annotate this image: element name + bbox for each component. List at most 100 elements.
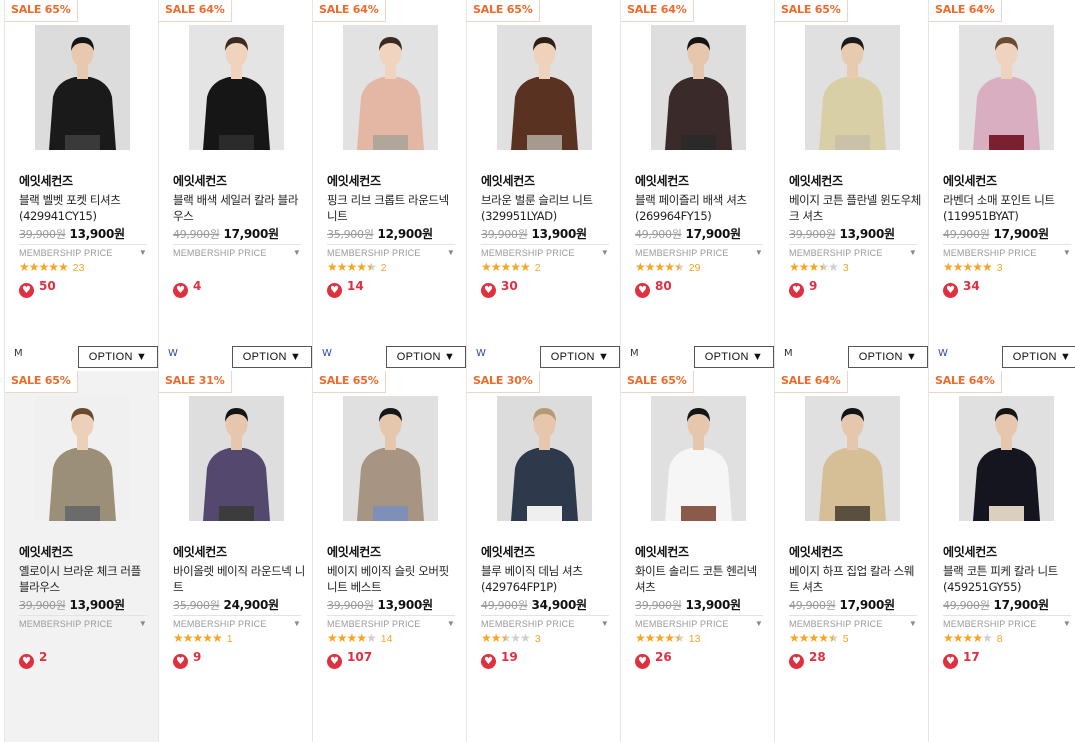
brand-name[interactable]: 에잇세컨즈 <box>635 172 689 189</box>
brand-name[interactable]: 에잇세컨즈 <box>19 543 73 560</box>
option-dropdown[interactable]: OPTION ▼ <box>78 346 158 368</box>
heart-icon: ♥ <box>789 283 804 298</box>
price: 39,900원 13,900원 <box>481 225 587 242</box>
option-dropdown[interactable]: OPTION ▼ <box>540 346 620 368</box>
product-name[interactable]: 베이지 코튼 플란넬 윈도우체크 셔츠 <box>789 192 923 224</box>
like-button[interactable]: ♥ 34 <box>943 279 980 298</box>
membership-price-toggle[interactable]: MEMBERSHIP PRICE ▼ <box>943 615 1071 631</box>
like-button[interactable]: ♥ 19 <box>481 650 518 669</box>
like-button[interactable]: ♥ 26 <box>635 650 672 669</box>
sale-price: 17,900원 <box>223 227 280 241</box>
product-card[interactable]: SALE 64% 에잇세컨즈 블랙 페이즐리 배색 셔츠 (269964FY15)… <box>620 0 774 371</box>
product-image[interactable] <box>805 396 900 521</box>
membership-price-toggle[interactable]: MEMBERSHIP PRICE ▼ <box>19 244 147 260</box>
product-name[interactable]: 옐로이시 브라운 체크 러플 블라우스 <box>19 563 153 595</box>
product-image[interactable] <box>497 396 592 521</box>
like-button[interactable]: ♥ 28 <box>789 650 826 669</box>
product-card[interactable]: SALE 64% 에잇세컨즈 블랙 배색 세일러 칼라 블라우스 49,900원 17… <box>158 0 312 371</box>
option-dropdown[interactable]: OPTION ▼ <box>694 346 774 368</box>
product-image[interactable] <box>343 396 438 521</box>
product-card[interactable]: SALE 30% 에잇세컨즈 블루 베이직 데님 셔츠 (429764FP1P) 4… <box>466 371 620 742</box>
like-button[interactable]: ♥ 50 <box>19 279 56 298</box>
product-image[interactable] <box>805 25 900 150</box>
like-button[interactable]: ♥ 30 <box>481 279 518 298</box>
product-image[interactable] <box>189 396 284 521</box>
product-card[interactable]: SALE 64% 에잇세컨즈 베이지 하프 집업 칼라 스웨트 셔츠 49,900원… <box>774 371 928 742</box>
like-button[interactable]: ♥ 17 <box>943 650 980 669</box>
product-image[interactable] <box>35 396 130 521</box>
brand-name[interactable]: 에잇세컨즈 <box>481 543 535 560</box>
membership-price-toggle[interactable]: MEMBERSHIP PRICE ▼ <box>635 244 763 260</box>
product-image[interactable] <box>35 25 130 150</box>
product-name[interactable]: 핑크 리브 크롭트 라운드넥 니트 <box>327 192 461 224</box>
product-image[interactable] <box>189 25 284 150</box>
option-dropdown[interactable]: OPTION ▼ <box>848 346 928 368</box>
product-name[interactable]: 블랙 페이즐리 배색 셔츠 (269964FY15) <box>635 192 769 224</box>
product-card[interactable]: SALE 65% 에잇세컨즈 블랙 벨벳 포켓 티셔츠 (429941CY15) 3… <box>4 0 158 371</box>
membership-price-toggle[interactable]: MEMBERSHIP PRICE ▼ <box>943 244 1071 260</box>
product-name[interactable]: 블랙 배색 세일러 칼라 블라우스 <box>173 192 307 224</box>
membership-price-toggle[interactable]: MEMBERSHIP PRICE ▼ <box>19 615 147 631</box>
like-button[interactable]: ♥ 14 <box>327 279 364 298</box>
option-dropdown[interactable]: OPTION ▼ <box>386 346 466 368</box>
product-card[interactable]: SALE 31% 에잇세컨즈 바이올렛 베이직 라운드넥 니트 35,900원 24,… <box>158 371 312 742</box>
product-image[interactable] <box>959 25 1054 150</box>
membership-price-toggle[interactable]: MEMBERSHIP PRICE ▼ <box>481 615 609 631</box>
product-card[interactable]: SALE 65% 에잇세컨즈 옐로이시 브라운 체크 러플 블라우스 39,900원… <box>4 371 158 742</box>
brand-name[interactable]: 에잇세컨즈 <box>173 543 227 560</box>
membership-price-toggle[interactable]: MEMBERSHIP PRICE ▼ <box>789 615 917 631</box>
like-count: 28 <box>809 650 826 664</box>
product-image[interactable] <box>651 396 746 521</box>
brand-name[interactable]: 에잇세컨즈 <box>327 172 381 189</box>
option-dropdown[interactable]: OPTION ▼ <box>1002 346 1075 368</box>
product-name[interactable]: 바이올렛 베이직 라운드넥 니트 <box>173 563 307 595</box>
sale-badge: SALE 65% <box>313 371 386 393</box>
sale-price: 13,900원 <box>69 598 126 612</box>
product-name[interactable]: 블랙 벨벳 포켓 티셔츠 (429941CY15) <box>19 192 153 224</box>
product-card[interactable]: SALE 64% 에잇세컨즈 핑크 리브 크롭트 라운드넥 니트 35,900원 12… <box>312 0 466 371</box>
brand-name[interactable]: 에잇세컨즈 <box>481 172 535 189</box>
membership-price-toggle[interactable]: MEMBERSHIP PRICE ▼ <box>481 244 609 260</box>
product-card[interactable]: SALE 65% 에잇세컨즈 베이지 베이직 슬릿 오버핏 니트 베스트 39,90… <box>312 371 466 742</box>
star-rating-icon: ★★★★★ <box>635 260 685 274</box>
product-card[interactable]: SALE 65% 에잇세컨즈 베이지 코튼 플란넬 윈도우체크 셔츠 39,900원… <box>774 0 928 371</box>
product-image[interactable] <box>959 396 1054 521</box>
membership-price-toggle[interactable]: MEMBERSHIP PRICE ▼ <box>635 615 763 631</box>
product-image[interactable] <box>497 25 592 150</box>
brand-name[interactable]: 에잇세컨즈 <box>943 172 997 189</box>
brand-name[interactable]: 에잇세컨즈 <box>173 172 227 189</box>
product-card[interactable]: SALE 64% 에잇세컨즈 블랙 코튼 피케 칼라 니트 (459251GY55… <box>928 371 1075 742</box>
like-button[interactable]: ♥ 80 <box>635 279 672 298</box>
product-name[interactable]: 블루 베이직 데님 셔츠 (429764FP1P) <box>481 563 615 595</box>
product-name[interactable]: 베이지 베이직 슬릿 오버핏 니트 베스트 <box>327 563 461 595</box>
product-name[interactable]: 블랙 코튼 피케 칼라 니트 (459251GY55) <box>943 563 1075 595</box>
product-name[interactable]: 화이트 솔리드 코튼 헨리넥 셔츠 <box>635 563 769 595</box>
product-image[interactable] <box>343 25 438 150</box>
like-button[interactable]: ♥ 107 <box>327 650 372 669</box>
product-name[interactable]: 베이지 하프 집업 칼라 스웨트 셔츠 <box>789 563 923 595</box>
membership-price-toggle[interactable]: MEMBERSHIP PRICE ▼ <box>173 244 301 260</box>
product-card[interactable]: SALE 65% 에잇세컨즈 화이트 솔리드 코튼 헨리넥 셔츠 39,900원 13… <box>620 371 774 742</box>
brand-name[interactable]: 에잇세컨즈 <box>327 543 381 560</box>
brand-name[interactable]: 에잇세컨즈 <box>943 543 997 560</box>
product-name[interactable]: 브라운 벌룬 슬리브 니트 (329951LYAD) <box>481 192 615 224</box>
review-count: 3 <box>842 262 849 274</box>
product-image[interactable] <box>651 25 746 150</box>
brand-name[interactable]: 에잇세컨즈 <box>19 172 73 189</box>
like-button[interactable]: ♥ 9 <box>789 279 817 298</box>
rating: ★★★★★ 3 <box>481 631 541 645</box>
product-card[interactable]: SALE 64% 에잇세컨즈 라벤더 소매 포인트 니트 (119951BYAT)… <box>928 0 1075 371</box>
membership-price-toggle[interactable]: MEMBERSHIP PRICE ▼ <box>173 615 301 631</box>
membership-price-toggle[interactable]: MEMBERSHIP PRICE ▼ <box>789 244 917 260</box>
brand-name[interactable]: 에잇세컨즈 <box>789 543 843 560</box>
like-button[interactable]: ♥ 9 <box>173 650 201 669</box>
brand-name[interactable]: 에잇세컨즈 <box>635 543 689 560</box>
product-card[interactable]: SALE 65% 에잇세컨즈 브라운 벌룬 슬리브 니트 (329951LYAD)… <box>466 0 620 371</box>
option-dropdown[interactable]: OPTION ▼ <box>232 346 312 368</box>
like-button[interactable]: ♥ 2 <box>19 650 47 669</box>
product-name[interactable]: 라벤더 소매 포인트 니트 (119951BYAT) <box>943 192 1075 224</box>
membership-price-toggle[interactable]: MEMBERSHIP PRICE ▼ <box>327 615 455 631</box>
like-button[interactable]: ♥ 4 <box>173 279 201 298</box>
membership-price-toggle[interactable]: MEMBERSHIP PRICE ▼ <box>327 244 455 260</box>
brand-name[interactable]: 에잇세컨즈 <box>789 172 843 189</box>
